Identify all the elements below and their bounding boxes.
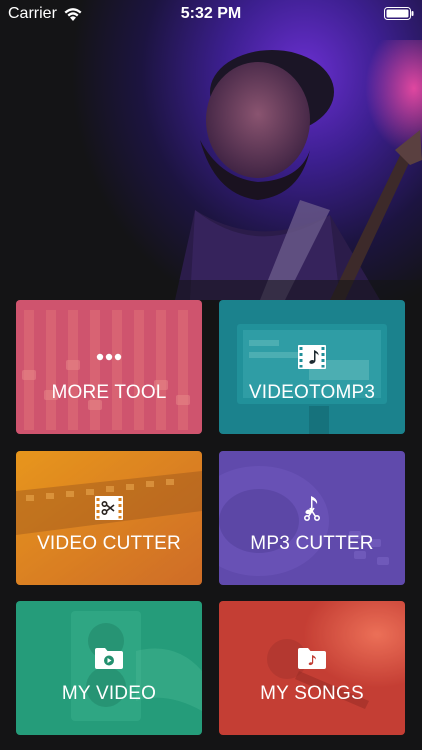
- music-folder-icon: [219, 643, 405, 673]
- video-scissors-icon: [16, 493, 202, 523]
- my-video-tile[interactable]: MY VIDEO: [16, 601, 202, 735]
- video-music-icon: [219, 342, 405, 372]
- status-time: 5:32 PM: [180, 5, 242, 22]
- video-cutter-label: VIDEO CUTTER: [37, 533, 181, 554]
- battery-icon: [384, 7, 414, 20]
- home-screen: Carrier 5:32 PM MORE TOOL VIDEOTOMP3 VID…: [0, 0, 422, 750]
- my-songs-tile[interactable]: MY SONGS: [219, 601, 405, 735]
- my-video-label: MY VIDEO: [61, 683, 157, 704]
- more-tool-tile[interactable]: MORE TOOL: [16, 300, 202, 434]
- my-songs-label: MY SONGS: [260, 683, 364, 704]
- status-bar: Carrier 5:32 PM: [0, 0, 422, 28]
- video-folder-icon: [16, 643, 202, 673]
- video-to-mp3-label: VIDEOTOMP3: [248, 382, 376, 403]
- mp3-cutter-label: MP3 CUTTER: [250, 533, 374, 554]
- more-dots-icon: [16, 342, 202, 372]
- music-scissors-icon: [219, 493, 405, 523]
- video-cutter-tile[interactable]: VIDEO CUTTER: [16, 451, 202, 585]
- video-to-mp3-tile[interactable]: VIDEOTOMP3: [219, 300, 405, 434]
- more-tool-label: MORE TOOL: [51, 382, 167, 403]
- mp3-cutter-tile[interactable]: MP3 CUTTER: [219, 451, 405, 585]
